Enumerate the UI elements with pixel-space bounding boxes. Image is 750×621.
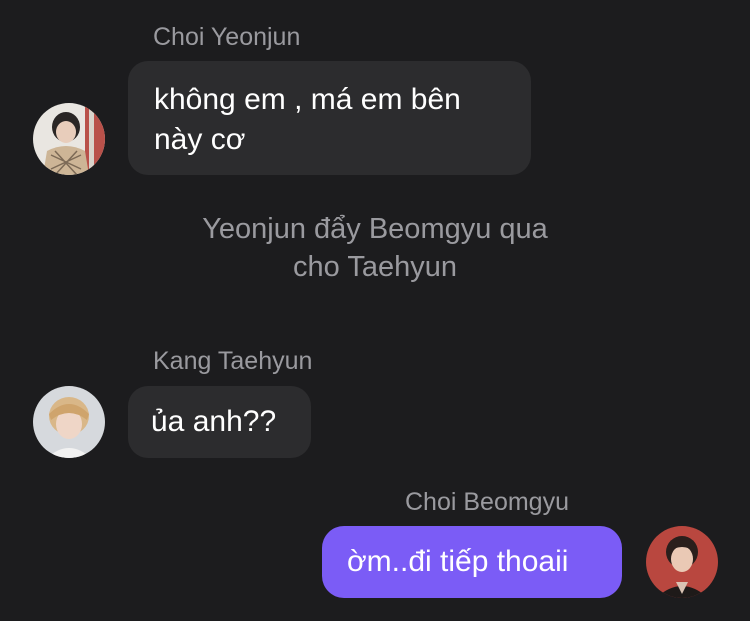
message-line: không em , má em bên (154, 83, 461, 116)
message-bubble-beomgyu[interactable]: ờm..đi tiếp thoaii (322, 526, 622, 598)
message-line: ờm..đi tiếp thoaii (347, 545, 569, 578)
avatar-beomgyu[interactable] (646, 526, 718, 598)
sender-name-taehyun: Kang Taehyun (153, 347, 313, 375)
avatar-yeonjun[interactable] (33, 103, 105, 175)
sender-name-beomgyu: Choi Beomgyu (405, 488, 569, 516)
system-message: Yeonjun đẩy Beomgyu qua cho Taehyun (0, 210, 750, 286)
message-bubble-taehyun[interactable]: ủa anh?? (128, 386, 311, 458)
avatar-taehyun[interactable] (33, 386, 105, 458)
system-message-line: Yeonjun đẩy Beomgyu qua (202, 213, 548, 245)
system-message-line: cho Taehyun (293, 251, 457, 283)
message-line: này cơ (154, 123, 246, 156)
message-bubble-yeonjun[interactable]: không em , má em bên này cơ (128, 61, 531, 175)
message-line: ủa anh?? (151, 405, 277, 438)
sender-name-yeonjun: Choi Yeonjun (153, 23, 301, 51)
